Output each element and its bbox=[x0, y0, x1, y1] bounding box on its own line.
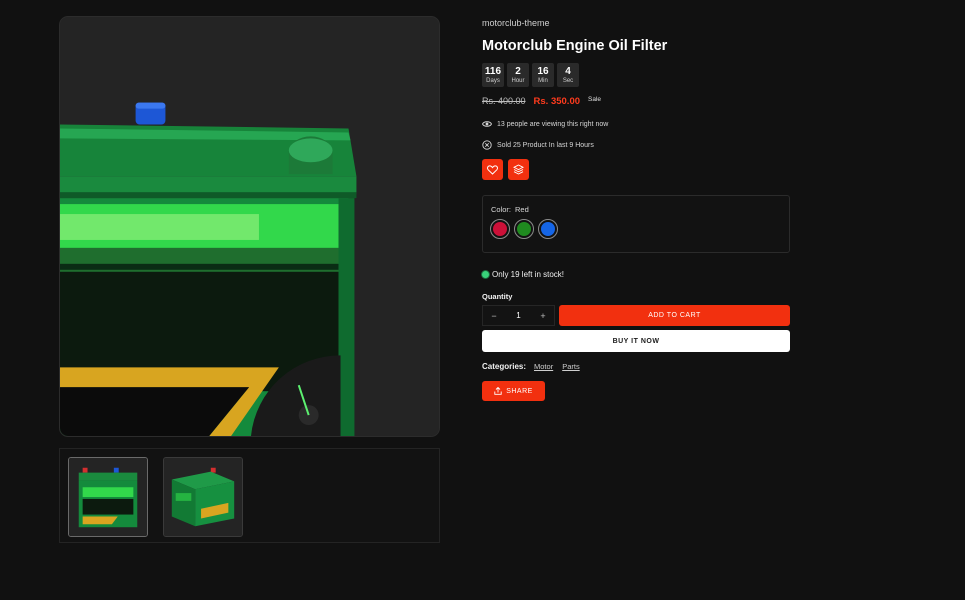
color-selector: Color: Red bbox=[482, 195, 790, 253]
compare-button[interactable] bbox=[508, 159, 529, 180]
quantity-label: Quantity bbox=[482, 292, 513, 301]
sold-text: Sold 25 Product In last 9 Hours bbox=[497, 141, 594, 149]
swatch-blue[interactable] bbox=[538, 219, 558, 239]
product-main-image[interactable] bbox=[59, 16, 440, 437]
countdown-hours: 2 Hour bbox=[507, 63, 529, 87]
share-button[interactable]: SHARE bbox=[482, 381, 545, 401]
countdown-timer: 116 Days 2 Hour 16 Min 4 Sec bbox=[482, 63, 579, 87]
product-vendor: motorclub-theme bbox=[482, 18, 550, 28]
sale-price: Rs. 350.00 bbox=[533, 96, 581, 107]
stock-status: Only 19 left in stock! bbox=[482, 270, 564, 279]
selected-color: Red bbox=[515, 205, 529, 214]
wishlist-button[interactable] bbox=[482, 159, 503, 180]
share-icon bbox=[494, 387, 502, 395]
thumbnail-1[interactable] bbox=[68, 457, 148, 537]
product-action-icons bbox=[482, 159, 529, 180]
color-label: Color: Red bbox=[491, 205, 529, 214]
heart-icon bbox=[487, 164, 498, 175]
battery-thumbnail-front bbox=[69, 458, 147, 536]
swatch-green[interactable] bbox=[514, 219, 534, 239]
countdown-days: 116 Days bbox=[482, 63, 504, 87]
share-label: SHARE bbox=[506, 387, 533, 395]
sale-badge: Sale bbox=[588, 96, 602, 103]
quantity-increase-button[interactable]: + bbox=[532, 311, 554, 321]
sold-notice: Sold 25 Product In last 9 Hours bbox=[482, 140, 594, 150]
categories-label: Categories: bbox=[482, 362, 527, 371]
price-row: Rs. 400.00 Rs. 350.00 Sale bbox=[482, 96, 601, 107]
viewers-notice: 13 people are viewing this right now bbox=[482, 120, 608, 128]
quantity-input[interactable]: 1 bbox=[505, 311, 532, 320]
add-to-cart-button[interactable]: ADD TO CART bbox=[559, 305, 790, 326]
quantity-decrease-button[interactable]: − bbox=[483, 311, 505, 321]
thumbnail-2[interactable] bbox=[163, 457, 243, 537]
buy-now-button[interactable]: BUY IT NOW bbox=[482, 330, 790, 352]
compare-price: Rs. 400.00 bbox=[482, 96, 526, 106]
product-title: Motorclub Engine Oil Filter bbox=[482, 38, 668, 54]
battery-thumbnail-angled bbox=[164, 458, 242, 536]
countdown-minutes: 16 Min bbox=[532, 63, 554, 87]
swatch-red[interactable] bbox=[490, 219, 510, 239]
thumbnail-strip bbox=[59, 448, 440, 543]
categories: Categories: Motor Parts bbox=[482, 362, 589, 371]
in-stock-dot-icon bbox=[482, 271, 489, 278]
battery-image bbox=[60, 17, 439, 436]
category-link-parts[interactable]: Parts bbox=[562, 362, 580, 371]
countdown-seconds: 4 Sec bbox=[557, 63, 579, 87]
quantity-stepper: − 1 + bbox=[482, 305, 555, 326]
category-link-motor[interactable]: Motor bbox=[534, 362, 553, 371]
eye-icon bbox=[482, 121, 492, 127]
stock-text: Only 19 left in stock! bbox=[492, 270, 565, 279]
color-swatches bbox=[490, 219, 558, 239]
sold-circle-icon bbox=[482, 140, 492, 150]
viewers-text: 13 people are viewing this right now bbox=[497, 120, 609, 128]
layers-icon bbox=[513, 164, 524, 175]
